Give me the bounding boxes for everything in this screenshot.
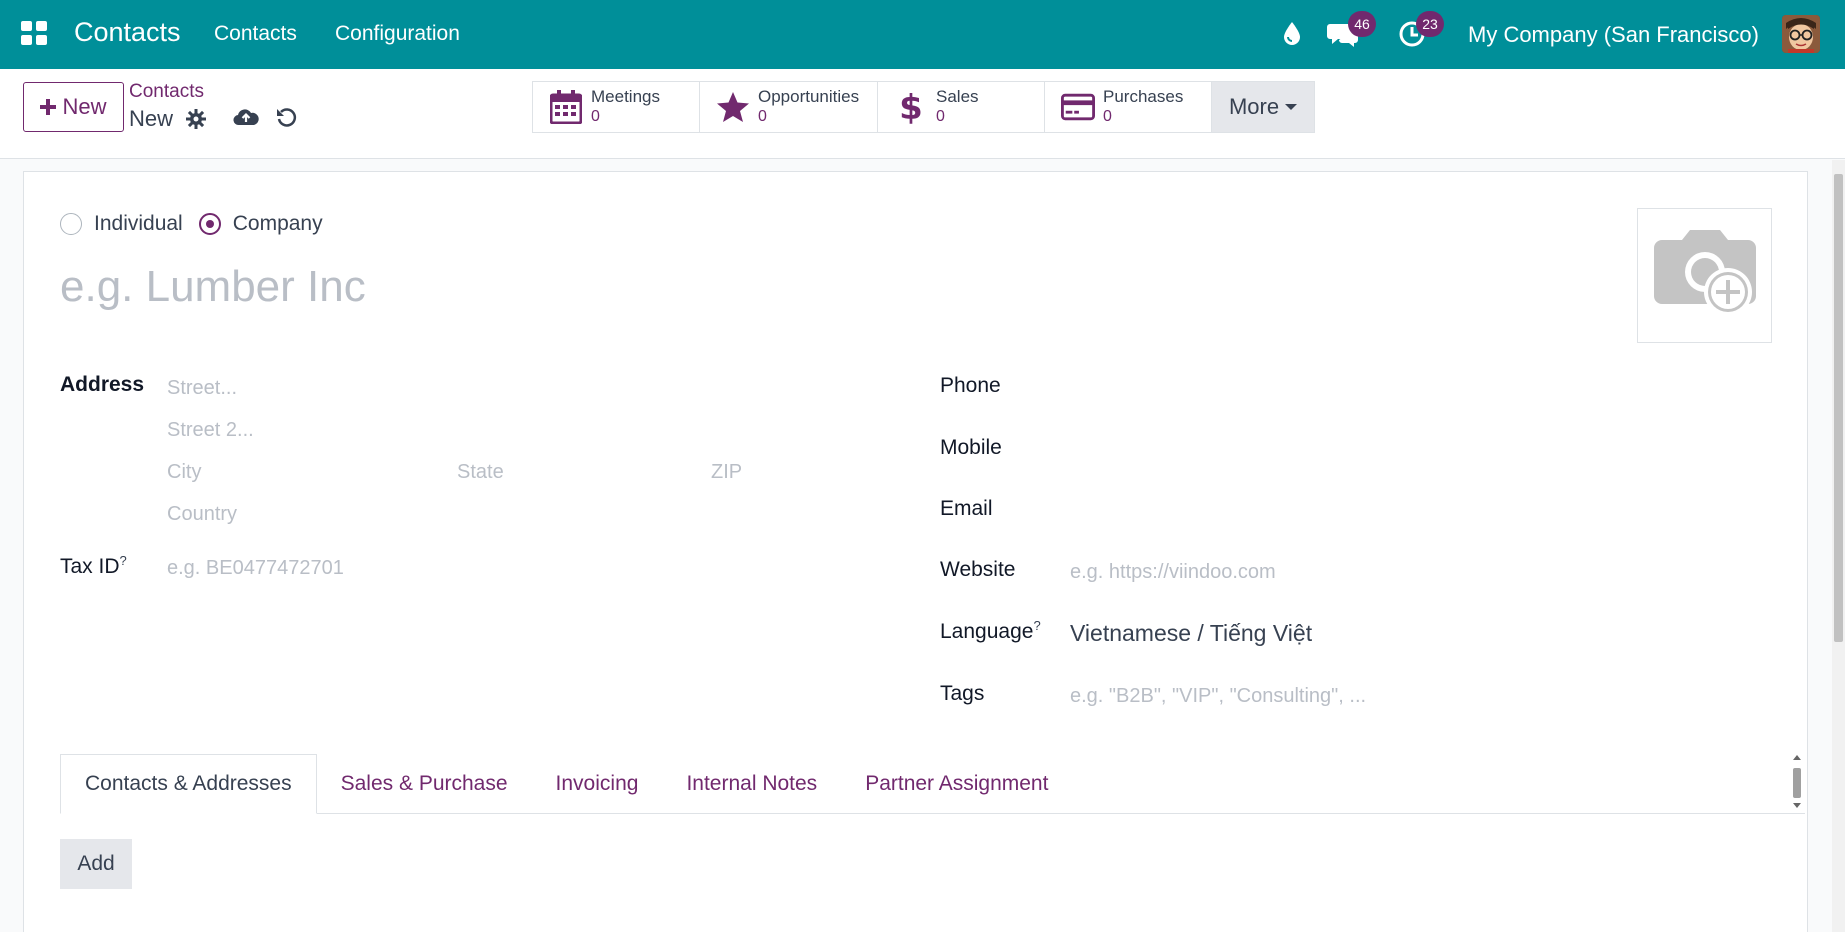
mobile-input[interactable] xyxy=(1070,436,1770,464)
language-label-text: Language xyxy=(940,620,1034,643)
phone-label: Phone xyxy=(940,374,1001,397)
language-help[interactable]: ? xyxy=(1033,618,1040,633)
meetings-smart-button[interactable]: Meetings 0 xyxy=(533,82,700,132)
tabs-scrollbar-thumb[interactable] xyxy=(1793,768,1801,798)
street-input[interactable] xyxy=(167,374,747,402)
meetings-label: Meetings xyxy=(591,87,660,106)
company-radio[interactable] xyxy=(198,213,221,235)
website-label: Website xyxy=(940,558,1016,581)
sales-count: 0 xyxy=(936,108,945,125)
app-name[interactable]: Contacts xyxy=(74,17,181,48)
tab-invoicing[interactable]: Invoicing xyxy=(532,754,663,814)
opportunities-count: 0 xyxy=(758,108,767,125)
country-input[interactable] xyxy=(167,500,747,528)
page-scrollbar[interactable] xyxy=(1832,160,1845,932)
tax-id-label-text: Tax ID xyxy=(60,555,120,578)
control-panel: New Contacts New Meetings 0 Opportunitie… xyxy=(0,69,1845,159)
phone-input[interactable] xyxy=(1070,374,1770,402)
language-label: Language? xyxy=(940,618,1041,644)
company-switcher[interactable]: My Company (San Francisco) xyxy=(1468,22,1759,48)
new-button[interactable]: New xyxy=(23,82,124,132)
menu-contacts[interactable]: Contacts xyxy=(214,22,297,46)
svg-text:$: $ xyxy=(900,89,922,125)
dollar-icon: $ xyxy=(894,89,928,125)
tags-input[interactable] xyxy=(1070,682,1770,710)
calendar-icon xyxy=(549,90,583,124)
more-dropdown-button[interactable]: More xyxy=(1212,82,1314,132)
street2-input[interactable] xyxy=(167,416,747,444)
website-input[interactable] xyxy=(1070,558,1770,586)
individual-label[interactable]: Individual xyxy=(94,212,183,236)
cloud-upload-icon[interactable] xyxy=(233,107,259,132)
camera-add-icon xyxy=(1653,229,1756,316)
purchases-label: Purchases xyxy=(1103,87,1184,106)
top-navbar: Contacts Contacts Configuration 46 23 My… xyxy=(0,0,1845,69)
email-input[interactable] xyxy=(1070,497,1770,525)
opportunities-smart-button[interactable]: Opportunities 0 xyxy=(700,82,878,132)
credit-card-icon xyxy=(1061,90,1095,124)
smart-buttons: Meetings 0 Opportunities 0 $ Sales 0 Pur… xyxy=(532,81,1315,133)
scroll-down-arrow-icon[interactable] xyxy=(1793,803,1801,808)
caret-down-icon xyxy=(1285,104,1298,110)
opportunities-label: Opportunities xyxy=(758,87,860,106)
tab-partner-assignment[interactable]: Partner Assignment xyxy=(841,754,1072,814)
notebook-tabs: Contacts & Addresses Sales & Purchase In… xyxy=(60,754,1805,814)
form-sheet: Individual Company Address Tax ID? Phone… xyxy=(23,171,1808,932)
page-scrollbar-thumb[interactable] xyxy=(1834,174,1843,642)
state-input[interactable] xyxy=(457,458,697,486)
tax-id-help[interactable]: ? xyxy=(120,553,127,568)
tab-sales-purchase[interactable]: Sales & Purchase xyxy=(317,754,532,814)
address-label: Address xyxy=(60,373,145,396)
add-contact-button[interactable]: Add xyxy=(60,839,132,889)
tax-id-label: Tax ID? xyxy=(60,553,127,579)
tags-label: Tags xyxy=(940,682,985,705)
purchases-smart-button[interactable]: Purchases 0 xyxy=(1045,82,1212,132)
tabs-scrollbar[interactable] xyxy=(1790,753,1804,813)
email-label: Email xyxy=(940,497,993,520)
meetings-count: 0 xyxy=(591,108,600,125)
partner-name-input[interactable] xyxy=(60,257,1260,317)
apps-menu-icon[interactable] xyxy=(21,21,47,45)
activities-badge: 23 xyxy=(1416,11,1444,37)
scroll-up-arrow-icon[interactable] xyxy=(1793,755,1801,760)
messages-badge: 46 xyxy=(1348,11,1376,37)
tab-contacts-addresses[interactable]: Contacts & Addresses xyxy=(60,754,317,814)
sales-label: Sales xyxy=(936,87,979,106)
image-upload[interactable] xyxy=(1637,208,1772,343)
tax-id-input[interactable] xyxy=(167,554,747,582)
discard-undo-icon[interactable] xyxy=(276,107,298,134)
language-select[interactable]: Vietnamese / Tiếng Việt xyxy=(1070,620,1312,647)
new-button-label: New xyxy=(62,94,107,119)
individual-radio[interactable] xyxy=(60,213,82,235)
more-label: More xyxy=(1228,94,1280,119)
company-type-radio-group: Individual Company xyxy=(60,212,323,236)
star-icon xyxy=(716,90,750,124)
menu-configuration[interactable]: Configuration xyxy=(335,22,460,46)
city-input[interactable] xyxy=(167,458,447,486)
company-label[interactable]: Company xyxy=(233,212,323,236)
purchases-count: 0 xyxy=(1103,108,1112,125)
user-avatar[interactable] xyxy=(1782,15,1820,53)
gear-icon[interactable] xyxy=(186,109,206,134)
plus-icon xyxy=(40,99,57,115)
breadcrumb-current: New xyxy=(129,106,174,131)
breadcrumb-parent[interactable]: Contacts xyxy=(129,81,204,103)
zip-input[interactable] xyxy=(711,458,831,486)
sales-smart-button[interactable]: $ Sales 0 xyxy=(878,82,1045,132)
droplet-icon[interactable] xyxy=(1282,20,1302,51)
tab-internal-notes[interactable]: Internal Notes xyxy=(662,754,841,814)
mobile-label: Mobile xyxy=(940,436,1002,459)
